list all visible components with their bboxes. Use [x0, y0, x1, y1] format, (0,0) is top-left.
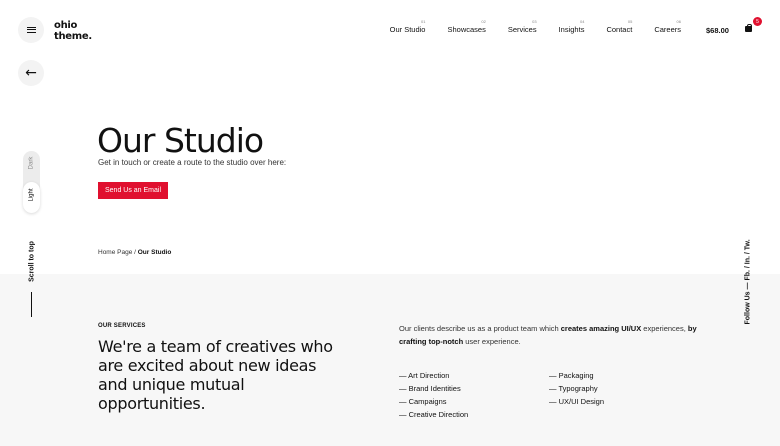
services-description: Our clients describe us as a product tea…: [399, 324, 697, 346]
services-headline: We're a team of creatives who are excite…: [98, 337, 333, 413]
cart-count-badge: 5: [753, 17, 762, 26]
scroll-line: [31, 292, 32, 317]
list-item: — Art Direction: [399, 371, 450, 380]
main-nav: 01 Our Studio 02 Showcases 03 Services 04 In…: [368, 19, 681, 34]
list-item: — Packaging: [549, 371, 594, 380]
list-item: — Campaigns: [399, 397, 447, 406]
list-item: — UX/UI Design: [549, 397, 605, 406]
arrow-left-icon: ←: [25, 65, 37, 81]
back-button[interactable]: ←: [18, 60, 44, 86]
list-item: — Typography: [549, 384, 598, 393]
services-list-2: — Packaging — Typography — UX/UI Design: [549, 369, 604, 408]
nav-item-careers[interactable]: 06 Careers: [654, 19, 681, 34]
nav-item-services[interactable]: 03 Services: [508, 19, 537, 34]
theme-dark-label[interactable]: Dark: [29, 148, 35, 179]
services-label: OUR SERVICES: [98, 323, 146, 329]
breadcrumb: Home Page / Our Studio: [98, 249, 171, 256]
page-title: Our Studio: [97, 121, 264, 160]
nav-item-showcases[interactable]: 02 Showcases: [447, 19, 485, 34]
send-email-button[interactable]: Send Us an Email: [98, 182, 168, 199]
list-item: — Brand Identities: [399, 384, 461, 393]
hamburger-icon: [26, 27, 36, 33]
menu-button[interactable]: [18, 17, 44, 43]
cart-total[interactable]: $68.00: [706, 26, 729, 35]
breadcrumb-home[interactable]: Home Page: [98, 249, 132, 256]
theme-light-label[interactable]: Light: [29, 180, 35, 211]
logo[interactable]: ohio theme.: [54, 20, 92, 42]
scroll-to-top-link[interactable]: Scroll to top: [29, 220, 36, 304]
breadcrumb-current: Our Studio: [137, 249, 172, 256]
nav-item-our-studio[interactable]: 01 Our Studio: [390, 19, 426, 34]
services-list-1: — Art Direction — Brand Identities — Cam…: [399, 369, 468, 421]
shopping-bag-icon[interactable]: [745, 23, 752, 32]
list-item: — Creative Direction: [399, 410, 469, 419]
social-follow-links[interactable]: Follow Us — Fb. / In. / Tw.: [745, 229, 752, 324]
nav-item-contact[interactable]: 05 Contact: [606, 19, 632, 34]
nav-item-insights[interactable]: 04 Insights: [559, 19, 585, 34]
page-subtitle: Get in touch or create a route to the st…: [98, 158, 287, 167]
